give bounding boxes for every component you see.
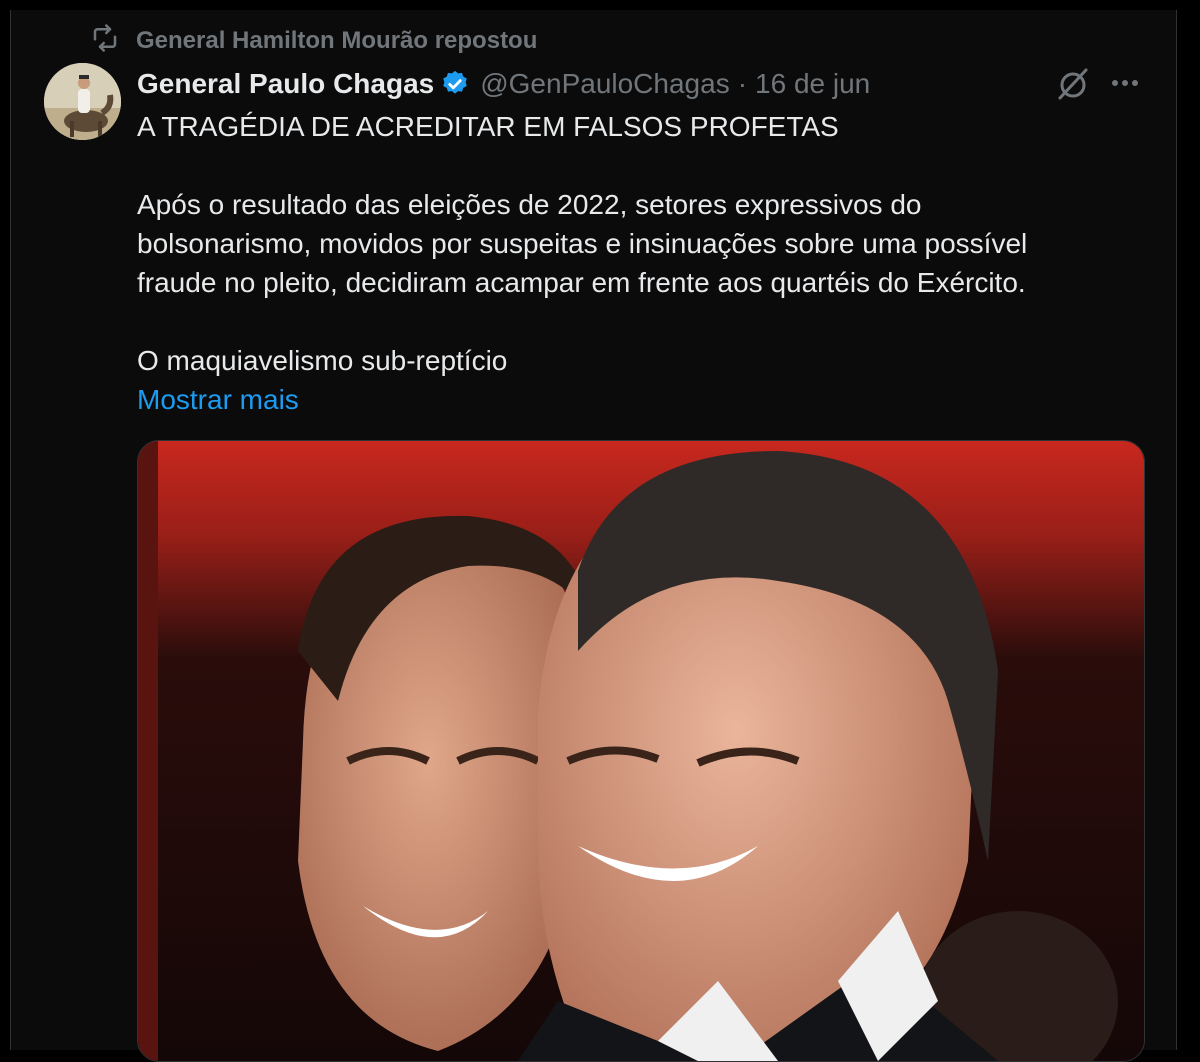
separator-dot: ·: [737, 68, 748, 99]
author-avatar[interactable]: [44, 63, 121, 140]
author-name[interactable]: General Paulo Chagas: [137, 68, 434, 100]
grok-icon[interactable]: [1055, 66, 1091, 102]
verified-badge-icon: [440, 69, 470, 99]
repost-label: General Hamilton Mourão repostou: [136, 27, 538, 54]
tweet-text-line: bolsonarismo, movidos por suspeitas e in…: [137, 228, 1028, 259]
tweet-media-image[interactable]: [137, 440, 1145, 1062]
repost-indicator[interactable]: General Hamilton Mourão repostou: [90, 23, 538, 56]
tweet-text-line: A TRAGÉDIA DE ACREDITAR EM FALSOS PROFET…: [137, 111, 839, 142]
show-more-link[interactable]: Mostrar mais: [137, 380, 299, 419]
repost-icon: [90, 23, 120, 60]
tweet-date[interactable]: 16 de jun: [755, 68, 870, 100]
tweet-text-line: Após o resultado das eleições de 2022, s…: [137, 189, 922, 220]
more-options-icon[interactable]: [1108, 70, 1142, 96]
author-handle[interactable]: @GenPauloChagas: [480, 68, 729, 100]
tweet-header: General Paulo Chagas @GenPauloChagas · 1…: [137, 64, 870, 104]
tweet-text-line: O maquiavelismo sub-reptício: [137, 345, 508, 376]
tweet-text-line: fraude no pleito, decidiram acampar em f…: [137, 267, 1026, 298]
